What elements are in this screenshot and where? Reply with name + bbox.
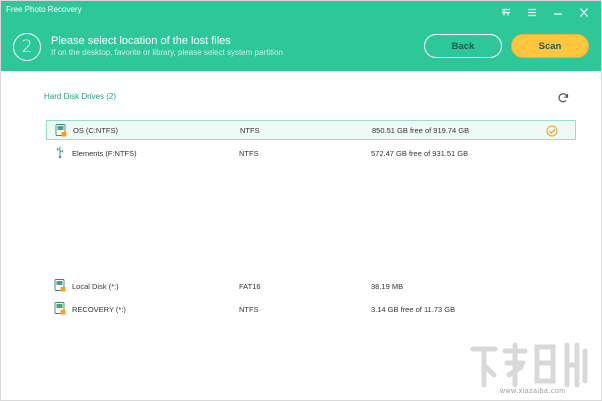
drive-filesystem: NTFS bbox=[239, 304, 259, 314]
drive-filesystem: NTFS bbox=[240, 125, 260, 135]
close-icon[interactable] bbox=[571, 4, 597, 20]
drive-filesystem: NTFS bbox=[239, 148, 259, 158]
drive-space: 38.19 MB bbox=[371, 281, 404, 291]
drive-icon bbox=[55, 124, 67, 137]
drive-space: 850.51 GB free of 919.74 GB bbox=[372, 125, 470, 135]
drive-row-os-c[interactable]: OS (C:NTFS) NTFS 850.51 GB free of 919.7… bbox=[46, 120, 576, 140]
toggle-icon[interactable] bbox=[519, 4, 545, 20]
drive-name: OS (C:NTFS) bbox=[73, 125, 118, 135]
drive-space: 3.14 GB free of 11.73 GB bbox=[371, 304, 456, 314]
step-number: 2 bbox=[13, 33, 41, 61]
drive-row-local-disk[interactable]: Local Disk (*:) FAT16 38.19 MB bbox=[46, 276, 576, 296]
drive-icon bbox=[54, 302, 66, 315]
hard-disk-drives-label: Hard Disk Drives (2) bbox=[44, 92, 117, 101]
check-icon bbox=[546, 125, 558, 137]
header-bar: Free Photo Recovery 2 Please select loca… bbox=[1, 1, 601, 71]
minimize-icon[interactable] bbox=[545, 4, 571, 20]
drive-space: 572.47 GB free of 931.51 GB bbox=[371, 148, 469, 158]
drive-name: Elements (F:NTFS) bbox=[72, 148, 137, 158]
drive-row-elements-f[interactable]: Elements (F:NTFS) NTFS 572.47 GB free of… bbox=[46, 143, 576, 163]
refresh-icon[interactable] bbox=[557, 92, 569, 104]
scan-button[interactable]: Scan bbox=[511, 34, 589, 58]
watermark-url: www.xiazaiba.com bbox=[500, 388, 566, 395]
window-controls bbox=[493, 4, 597, 20]
usb-drive-icon bbox=[57, 146, 63, 159]
menu-icon[interactable] bbox=[493, 4, 519, 20]
drive-icon bbox=[54, 279, 66, 292]
drive-filesystem: FAT16 bbox=[239, 281, 261, 291]
app-window: Free Photo Recovery 2 Please select loca… bbox=[0, 0, 602, 401]
step-subtitle: If on the desktop, favorite or library, … bbox=[51, 48, 283, 57]
drive-row-recovery[interactable]: RECOVERY (*:) NTFS 3.14 GB free of 11.73… bbox=[46, 299, 576, 319]
drive-name: Local Disk (*:) bbox=[72, 281, 119, 291]
drive-name: RECOVERY (*:) bbox=[72, 304, 126, 314]
step-title: Please select location of the lost files bbox=[51, 35, 231, 47]
back-button[interactable]: Back bbox=[424, 34, 502, 58]
window-title: Free Photo Recovery bbox=[6, 5, 82, 14]
